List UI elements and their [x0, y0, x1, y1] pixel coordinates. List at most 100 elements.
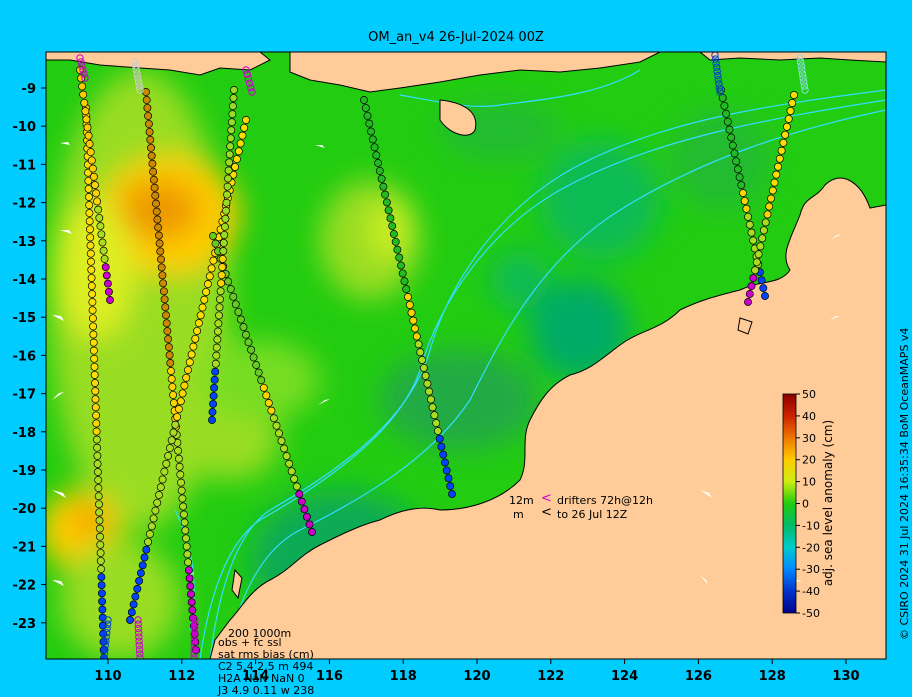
altimetry-obs-point [176, 397, 185, 406]
altimetry-obs-point [756, 242, 765, 251]
altimetry-obs-point [156, 483, 165, 492]
altimetry-obs-point [97, 589, 106, 598]
altimetry-obs-point [751, 266, 760, 275]
x-tick-label: 126 [685, 669, 712, 684]
altimetry-obs-point [89, 338, 98, 347]
altimetry-obs-point [88, 314, 97, 323]
altimetry-obs-point [747, 282, 756, 291]
altimetry-obs-point [367, 127, 375, 136]
altimetry-obs-point [297, 497, 306, 506]
altimetry-obs-point [179, 510, 188, 519]
altimetry-obs-point [232, 155, 241, 164]
altimetry-obs-point [430, 411, 439, 420]
altimetry-obs-point [97, 573, 106, 582]
altimetry-obs-point [163, 327, 172, 336]
altimetry-obs-point [761, 218, 770, 227]
altimetry-obs-point [84, 193, 93, 201]
altimetry-obs-point [761, 292, 769, 300]
altimetry-obs-point [231, 300, 240, 309]
altimetry-obs-point [749, 274, 758, 283]
altimetry-obs-point [169, 428, 178, 437]
altimetry-obs-point [162, 459, 171, 468]
altimetry-obs-point [185, 358, 194, 367]
altimetry-obs-point [161, 303, 170, 312]
x-tick-label: 118 [390, 669, 417, 684]
altimetry-obs-point [196, 311, 205, 320]
y-tick-label: -13 [13, 235, 37, 250]
altimetry-obs-point [138, 561, 147, 570]
altimetry-obs-point [96, 540, 105, 549]
altimetry-obs-point [209, 399, 218, 408]
altimetry-obs-point [165, 351, 174, 360]
altimetry-obs-point [160, 295, 169, 304]
altimetry-obs-point [90, 362, 99, 371]
x-tick-label: 122 [537, 669, 564, 684]
altimetry-obs-point [174, 405, 183, 414]
altimetry-obs-point [444, 474, 453, 483]
altimetry-obs-point [218, 255, 227, 263]
colorbar-tick-label: 20 [802, 454, 816, 467]
altimetry-obs-point [733, 165, 742, 174]
altimetry-obs-point [432, 419, 441, 428]
altimetry-obs-point [126, 616, 134, 624]
altimetry-obs-point [87, 281, 96, 290]
colorbar-tick-label: 50 [802, 388, 816, 401]
altimetry-obs-point [218, 263, 227, 272]
altimetry-obs-point [92, 189, 101, 198]
altimetry-obs-point [92, 427, 101, 436]
drifter-legend-line1-left: 12m [509, 494, 534, 507]
altimetry-obs-point [725, 125, 734, 134]
altimetry-obs-point [228, 110, 237, 119]
altimetry-obs-point [720, 101, 729, 110]
altimetry-obs-point [290, 474, 299, 483]
altimetry-obs-point [377, 174, 386, 183]
altimetry-obs-point [167, 436, 176, 445]
altimetry-obs-point [247, 345, 256, 354]
altimetry-obs-point [166, 359, 175, 367]
altimetry-obs-point [149, 514, 158, 523]
altimetry-obs-point [267, 406, 276, 415]
altimetry-obs-point [86, 241, 95, 250]
altimetry-obs-point [164, 451, 173, 460]
altimetry-obs-point [158, 271, 167, 280]
altimetry-obs-point [400, 277, 409, 286]
altimetry-obs-point [142, 545, 151, 554]
y-tick-label: -15 [13, 311, 37, 326]
altimetry-obs-point [308, 528, 316, 536]
altimetry-obs-point [437, 442, 446, 451]
altimetry-obs-point [758, 234, 767, 243]
altimetry-obs-point [186, 582, 195, 591]
altimetry-obs-point [164, 343, 173, 352]
altimetry-obs-point [154, 223, 163, 232]
altimetry-obs-point [98, 238, 107, 247]
altimetry-obs-point [435, 434, 444, 443]
altimetry-obs-point [723, 117, 732, 126]
altimetry-obs-point [269, 414, 278, 423]
colorbar-tick-label: -10 [802, 519, 820, 532]
altimetry-obs-point [388, 222, 397, 231]
altimetry-obs-point [238, 131, 247, 140]
altimetry-obs-point [234, 147, 243, 156]
altimetry-obs-point [763, 210, 772, 219]
altimetry-obs-point [152, 207, 161, 216]
altimetry-obs-point [95, 500, 103, 509]
altimetry-obs-point [106, 296, 114, 304]
altimetry-obs-point [254, 368, 263, 377]
altimetry-obs-point [217, 279, 226, 288]
altimetry-obs-point [88, 298, 97, 307]
altimetry-obs-point [426, 395, 435, 404]
altimetry-obs-point [754, 250, 763, 259]
altimetry-obs-point [421, 371, 430, 380]
altimetry-obs-point [777, 146, 786, 155]
altimetry-obs-point [94, 476, 103, 485]
altimetry-obs-point [224, 277, 233, 286]
altimetry-obs-point [95, 213, 104, 222]
altimetry-obs-point [153, 215, 162, 224]
altimetry-obs-point [85, 201, 94, 210]
altimetry-obs-point [93, 451, 102, 460]
altimetry-obs-point [100, 254, 109, 263]
colorbar-scale [782, 393, 797, 614]
altimetry-obs-point [173, 412, 182, 421]
altimetry-obs-point [737, 181, 746, 190]
altimetry-obs-point [211, 359, 220, 368]
